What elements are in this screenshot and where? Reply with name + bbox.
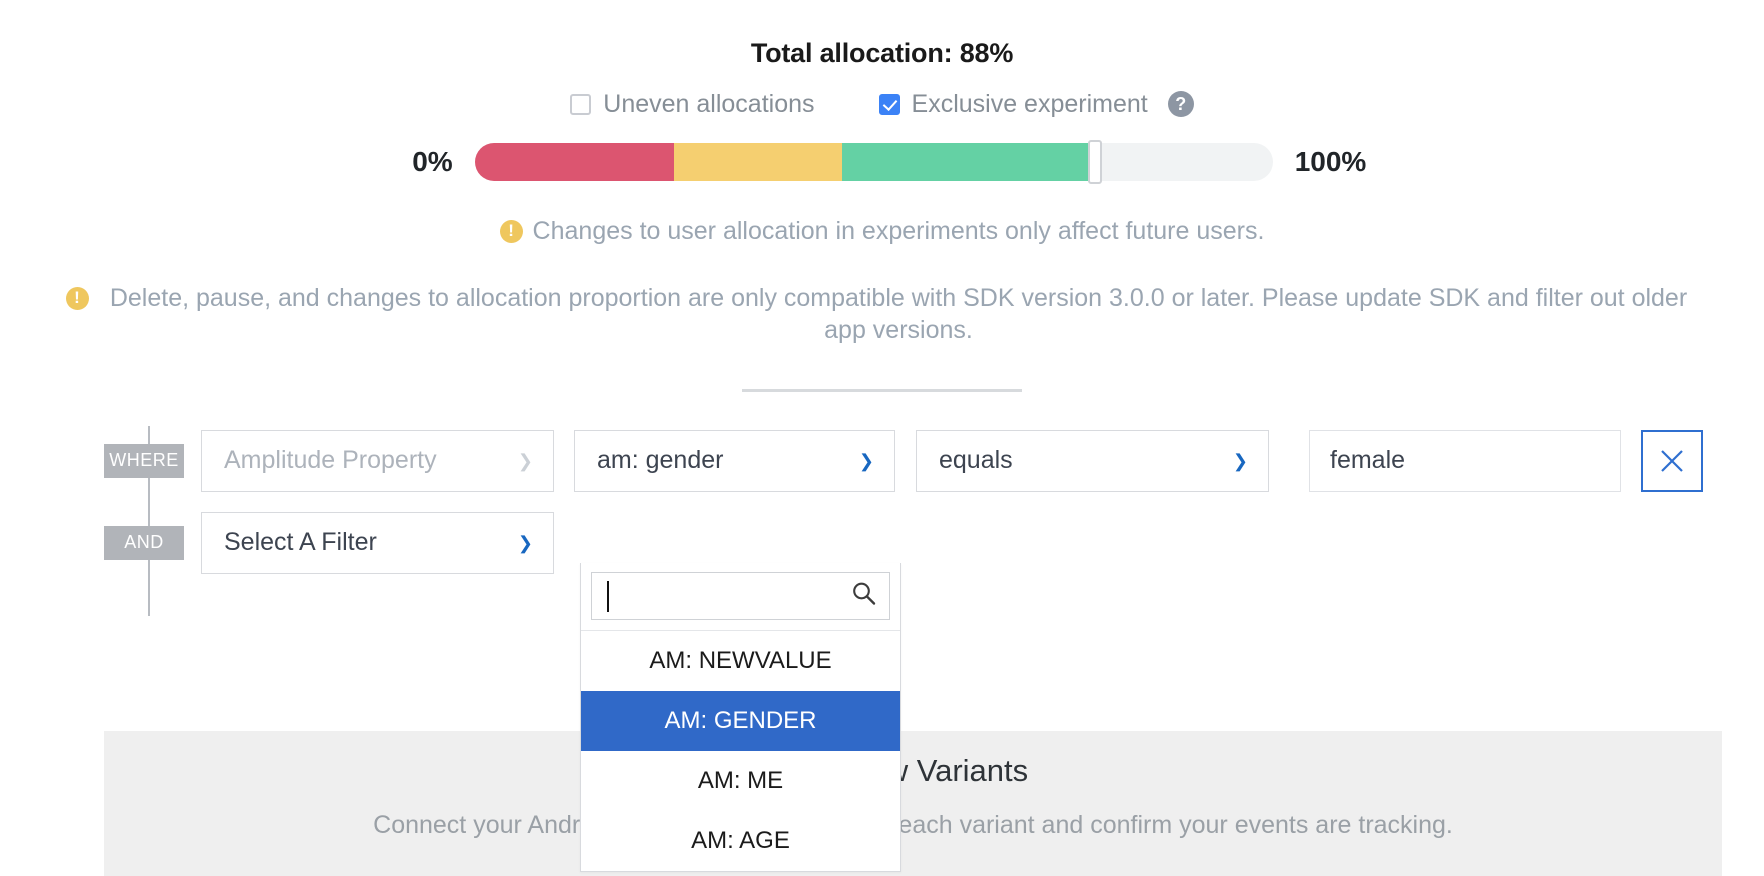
dropdown-option[interactable]: AM: AGE [581, 811, 900, 871]
filter-operand-input[interactable]: female [1309, 429, 1621, 492]
remove-filter-button[interactable] [1641, 429, 1703, 492]
allocation-segment-1 [474, 143, 675, 181]
filter-operator-select-value: equals [939, 446, 1013, 474]
amplitude-property-select[interactable]: Amplitude Property ❯ [201, 429, 554, 492]
filter-value-select[interactable]: am: gender ❯ [574, 429, 895, 492]
filter-row: WHERE Amplitude Property ❯ am: gender ❯ … [104, 429, 1764, 492]
exclusive-experiment-label: Exclusive experiment [911, 89, 1148, 118]
allocation-segments [474, 143, 1273, 181]
uneven-allocations-label: Uneven allocations [603, 89, 815, 118]
slider-max-label: 100% [1294, 146, 1367, 177]
dropdown-option-list: AM: NEWVALUE AM: GENDER AM: ME AM: AGE [581, 630, 900, 871]
allocation-segment-3 [841, 143, 1090, 181]
chevron-down-icon: ❯ [858, 450, 874, 471]
exclusive-experiment-checkbox[interactable]: Exclusive experiment ? [878, 89, 1194, 118]
filter-builder: WHERE Amplitude Property ❯ am: gender ❯ … [0, 425, 1764, 616]
warning-sdk-version: ! Delete, pause, and changes to allocati… [0, 282, 1764, 347]
dropdown-search-input[interactable] [591, 572, 890, 620]
uneven-allocations-checkbox[interactable]: Uneven allocations [570, 89, 815, 118]
warning-icon: ! [499, 220, 523, 243]
filter-conjunction-and: AND [104, 525, 184, 560]
preview-variants-title: Preview Variants [797, 753, 1029, 788]
slider-min-label: 0% [412, 146, 453, 177]
allocation-options: Uneven allocations Exclusive experiment … [0, 91, 1764, 117]
filter-row: AND Select A Filter ❯ [104, 511, 1764, 574]
dropdown-search-wrap [581, 563, 900, 630]
allocation-segment-2 [674, 143, 842, 181]
help-icon[interactable]: ? [1167, 91, 1194, 117]
preview-variants-subtitle: Connect your Android or iOS device to pr… [373, 811, 1453, 839]
preview-variants-panel: Preview Variants Connect your Android or… [104, 731, 1722, 876]
uneven-allocations-checkbox-box[interactable] [570, 93, 592, 115]
chevron-down-icon: ❯ [1232, 450, 1248, 471]
experiment-allocation-page: Total allocation: 88% Uneven allocations… [0, 0, 1764, 876]
select-a-filter-value: Select A Filter [224, 528, 377, 556]
exclusive-experiment-checkbox-box[interactable] [878, 93, 900, 115]
warning-future-users: ! Changes to user allocation in experime… [0, 215, 1764, 248]
filter-operand-value: female [1330, 446, 1406, 474]
section-divider [742, 388, 1022, 392]
dropdown-option[interactable]: AM: GENDER [581, 691, 900, 751]
search-icon[interactable] [851, 581, 877, 612]
allocation-slider-row: 0% 100% [0, 140, 1764, 184]
chevron-down-icon: ❯ [517, 532, 533, 553]
warning-future-users-text: Changes to user allocation in experiment… [532, 217, 1265, 245]
text-cursor [607, 580, 609, 612]
filter-value-select-value: am: gender [597, 446, 724, 474]
chevron-down-icon: ❯ [517, 450, 533, 471]
amplitude-property-select-value: Amplitude Property [224, 446, 437, 474]
filter-value-dropdown[interactable]: AM: NEWVALUE AM: GENDER AM: ME AM: AGE [580, 563, 901, 872]
allocation-slider-track[interactable] [474, 140, 1273, 184]
close-icon [1661, 449, 1683, 472]
warning-icon: ! [65, 286, 89, 310]
dropdown-option[interactable]: AM: ME [581, 751, 900, 811]
select-a-filter-dropdown[interactable]: Select A Filter ❯ [201, 511, 554, 574]
warning-sdk-version-text: Delete, pause, and changes to allocation… [109, 283, 1688, 345]
allocation-slider-handle[interactable] [1088, 140, 1103, 184]
dropdown-option[interactable]: AM: NEWVALUE [581, 631, 900, 691]
page-title: Total allocation: 88% [750, 38, 1014, 68]
filter-conjunction-where: WHERE [104, 443, 184, 478]
filter-operator-select[interactable]: equals ❯ [916, 429, 1269, 492]
